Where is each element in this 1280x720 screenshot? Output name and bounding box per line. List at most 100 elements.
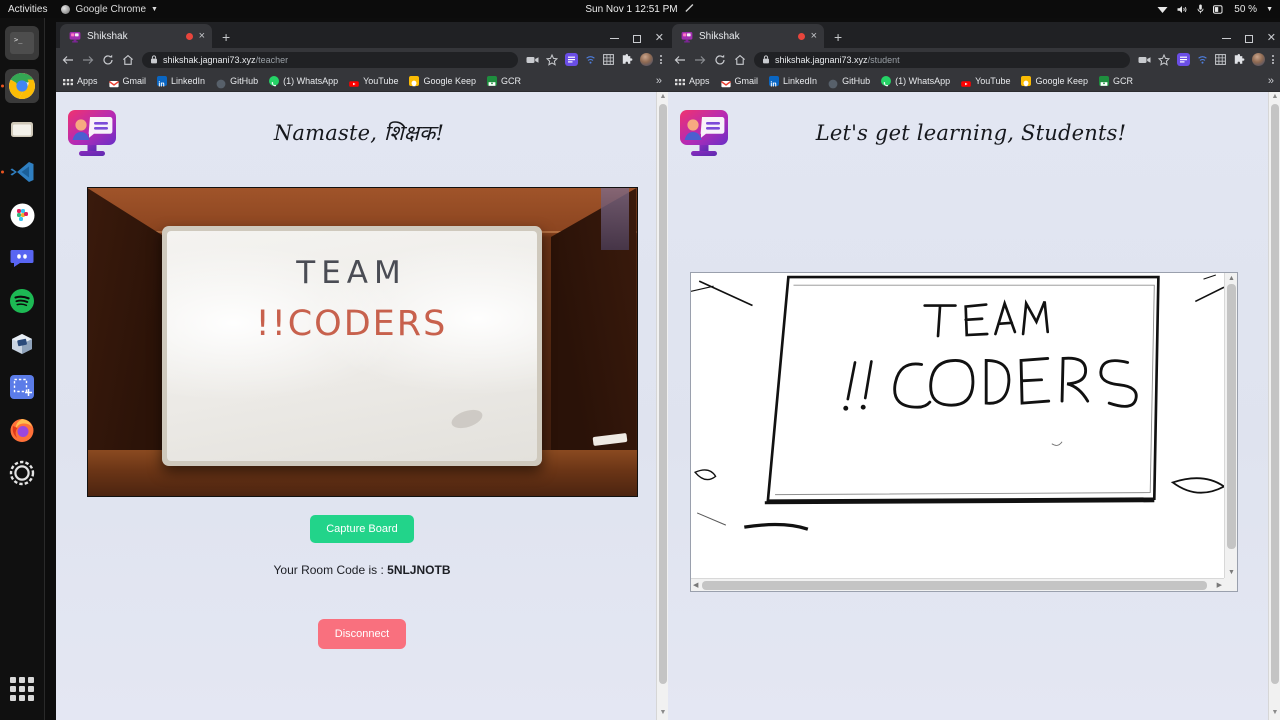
scrollbar-thumb-vertical[interactable] [1227, 284, 1236, 549]
app-menu-chrome[interactable]: Google Chrome ▼ [61, 4, 158, 15]
bookmark-gmail[interactable]: Gmail [108, 76, 146, 88]
bookmark-apps[interactable]: Apps [675, 76, 710, 86]
back-icon[interactable] [62, 54, 74, 66]
bookmark-linkedin[interactable]: in LinkedIn [769, 76, 817, 89]
bookmark-gmail[interactable]: Gmail [720, 76, 758, 88]
forward-icon[interactable] [82, 54, 94, 66]
scroll-down-arrow-icon[interactable]: ▼ [1271, 709, 1279, 719]
capture-board-button[interactable]: Capture Board [310, 515, 414, 543]
svg-text:in: in [158, 82, 164, 89]
scroll-up-arrow-icon[interactable]: ▲ [1271, 93, 1279, 103]
home-icon[interactable] [734, 54, 746, 66]
window-close-button[interactable]: ✕ [1267, 33, 1276, 44]
dock-item-screenshot[interactable] [5, 370, 39, 404]
processed-image-vertical-scrollbar[interactable]: ▲ ▼ [1224, 273, 1237, 578]
github-icon [216, 76, 226, 89]
dock-item-firefox[interactable] [5, 413, 39, 447]
bookmark-apps[interactable]: Apps [63, 76, 98, 86]
bookmarks-overflow-button[interactable]: » [656, 75, 662, 87]
bookmark-youtube[interactable]: YouTube [349, 76, 398, 87]
bookmark-github[interactable]: GitHub [828, 76, 870, 89]
disconnect-button[interactable]: Disconnect [317, 619, 407, 649]
activities-button[interactable]: Activities [8, 4, 47, 15]
dock-item-files[interactable] [5, 112, 39, 146]
window-minimize-button[interactable] [1221, 38, 1231, 39]
screen-share-icon[interactable] [526, 55, 539, 65]
window-close-button[interactable]: ✕ [655, 33, 664, 44]
home-icon[interactable] [122, 54, 134, 66]
bookmark-linkedin[interactable]: in LinkedIn [157, 76, 205, 89]
clock[interactable]: Sun Nov 1 12:51 PM [585, 3, 694, 16]
dock-item-virtualbox[interactable] [5, 327, 39, 361]
battery-icon [1213, 4, 1225, 14]
bookmark-star-icon[interactable] [1158, 53, 1170, 66]
extension-readinglist-icon[interactable] [1177, 53, 1190, 66]
scroll-left-arrow-icon[interactable]: ◀ [693, 582, 698, 589]
reload-icon[interactable] [714, 54, 726, 66]
bookmark-google-keep[interactable]: Google Keep [409, 76, 476, 87]
dock-item-settings[interactable] [5, 456, 39, 490]
scroll-up-arrow-icon[interactable]: ▲ [1228, 275, 1235, 282]
scroll-up-arrow-icon[interactable]: ▲ [659, 93, 667, 103]
extensions-puzzle-icon[interactable] [1233, 53, 1245, 66]
apps-grid-icon [63, 76, 73, 86]
extension-grid-icon[interactable] [1215, 54, 1226, 65]
url-host: shikshak.jagnani73.xyz [775, 54, 868, 65]
reload-icon[interactable] [102, 54, 114, 66]
page-scrollbar-student[interactable]: ▲ ▼ [1268, 92, 1280, 720]
bookmark-google-keep[interactable]: Google Keep [1021, 76, 1088, 87]
scrollbar-thumb-horizontal[interactable] [702, 581, 1207, 590]
bookmark-whatsapp[interactable]: (1) WhatsApp [269, 76, 338, 87]
scroll-down-arrow-icon[interactable]: ▼ [1228, 569, 1235, 576]
new-tab-button[interactable]: + [222, 30, 230, 44]
system-status-menu[interactable]: 50 % ▼ [1157, 4, 1273, 15]
address-bar-teacher[interactable]: shikshak.jagnani73.xyz/teacher [142, 51, 518, 68]
tab-close-button[interactable]: × [811, 30, 817, 42]
screen-share-icon[interactable] [1138, 55, 1151, 65]
bookmark-star-icon[interactable] [546, 53, 558, 66]
processed-image-horizontal-scrollbar[interactable]: ◀ ▶ [691, 578, 1224, 591]
profile-avatar[interactable] [1252, 53, 1265, 66]
window-maximize-button[interactable] [1244, 34, 1253, 43]
scroll-right-arrow-icon[interactable]: ▶ [1217, 582, 1222, 589]
page-scrollbar-teacher[interactable]: ▲ ▼ [656, 92, 668, 720]
address-bar-student[interactable]: shikshak.jagnani73.xyz/student [754, 51, 1130, 68]
dock-item-terminal[interactable]: >_ [5, 26, 39, 60]
show-applications-button[interactable] [7, 674, 37, 704]
new-tab-button[interactable]: + [834, 30, 842, 44]
extension-cast-icon[interactable] [1197, 54, 1208, 65]
bookmarks-overflow-button[interactable]: » [1268, 75, 1274, 87]
scroll-down-arrow-icon[interactable]: ▼ [659, 709, 667, 719]
dock-item-slack[interactable] [5, 198, 39, 232]
battery-percent: 50 % [1234, 3, 1258, 15]
bookmark-github[interactable]: GitHub [216, 76, 258, 89]
whiteboard-smudge [448, 406, 485, 432]
bookmark-whatsapp[interactable]: (1) WhatsApp [881, 76, 950, 87]
extensions-puzzle-icon[interactable] [621, 53, 633, 66]
extension-grid-icon[interactable] [603, 54, 614, 65]
bookmark-gcr[interactable]: GCR [1099, 76, 1133, 86]
scrollbar-thumb[interactable] [1271, 104, 1279, 684]
tab-close-button[interactable]: × [199, 30, 205, 42]
tab-shikshak-teacher[interactable]: Shikshak × [60, 24, 212, 48]
chrome-menu-icon[interactable] [1272, 55, 1274, 64]
chrome-menu-icon[interactable] [660, 55, 662, 64]
whiteboard-photo: TEAM !!CODERS [86, 187, 638, 497]
bookmark-gcr[interactable]: GCR [487, 76, 521, 86]
dock-item-google-chrome[interactable] [1, 69, 39, 103]
window-minimize-button[interactable] [609, 38, 619, 39]
scrollbar-thumb[interactable] [659, 104, 667, 684]
apps-grid-icon [675, 76, 685, 86]
bookmark-youtube[interactable]: YouTube [961, 76, 1010, 87]
extension-cast-icon[interactable] [585, 54, 596, 65]
window-maximize-button[interactable] [632, 34, 641, 43]
forward-icon[interactable] [694, 54, 706, 66]
whiteboard-line-1: TEAM [296, 255, 407, 291]
dock-item-discord[interactable] [5, 241, 39, 275]
back-icon[interactable] [674, 54, 686, 66]
tab-shikshak-student[interactable]: Shikshak × [672, 24, 824, 48]
dock-item-spotify[interactable] [5, 284, 39, 318]
profile-avatar[interactable] [640, 53, 653, 66]
extension-readinglist-icon[interactable] [565, 53, 578, 66]
dock-item-visual-studio-code[interactable] [1, 155, 39, 189]
